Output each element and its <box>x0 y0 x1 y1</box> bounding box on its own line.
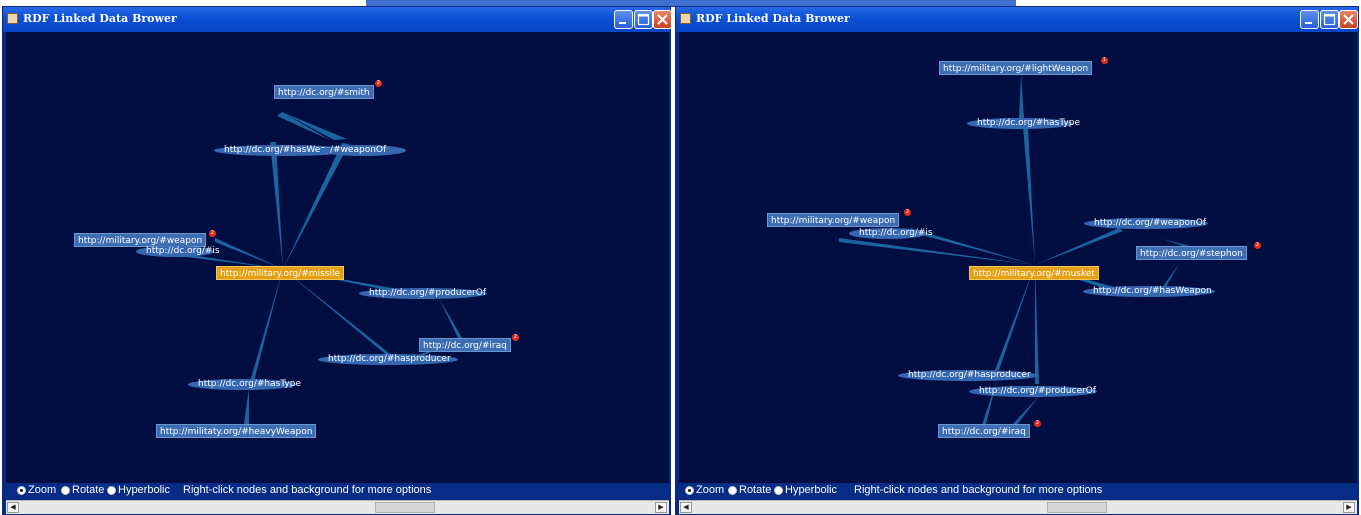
scroll-thumb[interactable] <box>1047 502 1107 513</box>
property-node[interactable]: http://dc.org/#hasType <box>188 379 301 390</box>
resource-node[interactable]: http://military.org/#lightWeapon <box>939 61 1093 75</box>
resource-node[interactable]: http://dc.org/#iraq <box>938 424 1030 438</box>
java-cup-icon <box>7 13 18 24</box>
rotate-radio[interactable] <box>61 486 70 495</box>
property-node[interactable]: http://dc.org/#hasWeapon <box>1083 286 1215 297</box>
scroll-left-button[interactable]: ◀ <box>7 502 19 513</box>
scroll-right-button[interactable]: ▶ <box>655 502 667 513</box>
property-node[interactable]: http://dc.org/#hasproducer <box>318 354 458 365</box>
resource-node[interactable]: http://militaty.org/#heavyWeapon <box>156 424 317 438</box>
scroll-thumb[interactable] <box>375 502 435 513</box>
scroll-left-button[interactable]: ◀ <box>680 502 692 513</box>
status-bar: Zoom Rotate Hyperbolic Right-click nodes… <box>679 483 1357 498</box>
resource-node[interactable]: http://military.org/#weapon <box>74 233 207 247</box>
maximize-button[interactable] <box>634 10 653 29</box>
graph-edges <box>839 74 1206 428</box>
resource-node[interactable]: http://dc.org/#iraq <box>419 338 511 352</box>
hyperbolic-label[interactable]: Hyperbolic <box>785 484 837 496</box>
rotate-label[interactable]: Rotate <box>72 484 104 496</box>
hyperbolic-radio[interactable] <box>774 486 783 495</box>
rdf-browser-window-2: RDF Linked Data Brower http://military.o… <box>675 6 1359 515</box>
edge <box>839 238 1035 265</box>
minimize-icon <box>1305 22 1312 24</box>
edge <box>282 112 347 140</box>
horizontal-scrollbar[interactable]: ◀ ▶ <box>6 500 669 514</box>
rotate-label[interactable]: Rotate <box>739 484 771 496</box>
horizontal-scrollbar[interactable]: ◀ ▶ <box>679 500 1357 514</box>
count-badge: 1 <box>1101 57 1108 64</box>
window-title: RDF Linked Data Brower <box>696 12 850 25</box>
java-cup-icon <box>680 13 691 24</box>
resource-node[interactable]: http://dc.org/#smith <box>274 85 374 99</box>
title-bar[interactable]: RDF Linked Data Brower <box>676 7 1358 32</box>
status-hint: Right-click nodes and background for mor… <box>854 484 1103 496</box>
property-node[interactable]: http://dc.org/#is <box>136 246 220 257</box>
count-badge: 2 <box>1254 242 1261 249</box>
edge <box>277 112 330 140</box>
status-bar: Zoom Rotate Hyperbolic Right-click nodes… <box>6 483 669 498</box>
graph-canvas[interactable]: http://military.org/#lightWeapon 1 http:… <box>679 32 1357 483</box>
edge <box>1035 265 1039 384</box>
focus-node[interactable]: http://military.org/#musket <box>969 266 1099 280</box>
resource-node[interactable]: http://military.org/#weapon <box>767 213 900 227</box>
property-node[interactable]: http://dc.org/#hasproducer <box>898 370 1038 381</box>
maximize-icon <box>637 13 650 26</box>
zoom-radio[interactable] <box>685 486 694 495</box>
close-icon <box>657 14 668 25</box>
graph-canvas[interactable]: http://dc.org/#hasWeapon /#weaponOf http… <box>6 32 669 483</box>
count-badge: 2 <box>209 230 216 237</box>
zoom-label[interactable]: Zoom <box>28 484 56 496</box>
zoom-label[interactable]: Zoom <box>696 484 724 496</box>
maximize-button[interactable] <box>1320 10 1339 29</box>
edge <box>270 142 283 269</box>
rotate-radio[interactable] <box>728 486 737 495</box>
property-node[interactable]: http://dc.org/#weaponOf <box>1084 218 1208 229</box>
property-node[interactable]: http://dc.org/#hasType <box>967 118 1080 129</box>
scroll-right-button[interactable]: ▶ <box>1343 502 1355 513</box>
property-node[interactable]: http://dc.org/#is <box>849 228 933 239</box>
window-title: RDF Linked Data Brower <box>23 12 177 25</box>
property-node[interactable]: http://dc.org/#producerOf <box>359 288 487 299</box>
focus-node[interactable]: http://military.org/#missile <box>216 266 345 280</box>
hyperbolic-radio[interactable] <box>107 486 116 495</box>
close-button[interactable] <box>653 10 672 29</box>
minimize-icon <box>619 22 626 24</box>
close-button[interactable] <box>1339 10 1358 29</box>
edge <box>1035 228 1123 265</box>
zoom-radio[interactable] <box>17 486 26 495</box>
close-icon <box>1343 14 1354 25</box>
edge <box>283 269 394 357</box>
count-badge: 2 <box>904 209 911 216</box>
minimize-button[interactable] <box>1300 10 1319 29</box>
count-badge: 2 <box>512 334 519 341</box>
edge <box>283 143 349 269</box>
count-badge: 2 <box>375 80 382 87</box>
edge <box>439 298 462 338</box>
edge <box>244 388 249 424</box>
edge <box>1023 127 1035 265</box>
edge <box>1019 74 1024 118</box>
title-bar[interactable]: RDF Linked Data Brower <box>3 7 672 32</box>
resource-node[interactable]: http://dc.org/#stephon <box>1136 246 1247 260</box>
edge <box>249 269 283 385</box>
property-node[interactable]: http://dc.org/#producerOf <box>969 386 1097 397</box>
maximize-icon <box>1323 13 1336 26</box>
hyperbolic-label[interactable]: Hyperbolic <box>118 484 170 496</box>
property-node[interactable]: /#weaponOf <box>320 145 406 156</box>
status-hint: Right-click nodes and background for mor… <box>183 484 432 496</box>
count-badge: 2 <box>1034 420 1041 427</box>
minimize-button[interactable] <box>614 10 633 29</box>
rdf-browser-window-1: RDF Linked Data Brower http://dc.org/#ha… <box>2 6 672 515</box>
